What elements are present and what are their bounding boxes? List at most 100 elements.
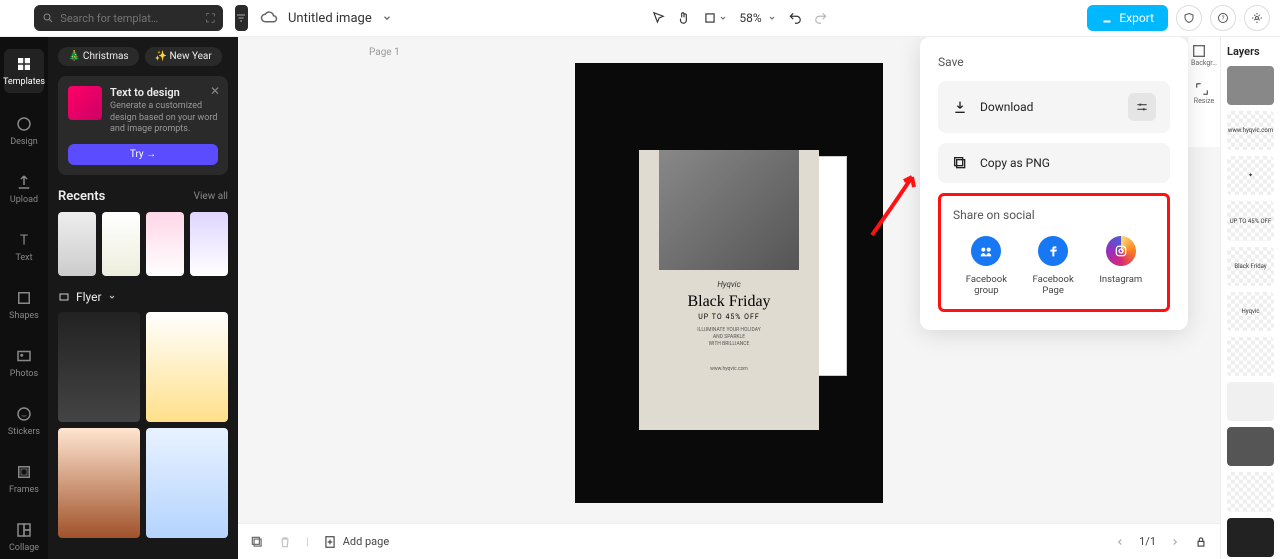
nav-label: Shapes: [9, 311, 39, 321]
nav-photos[interactable]: Photos: [0, 343, 48, 383]
hand-icon[interactable]: [677, 11, 691, 25]
layers-title: Layers: [1227, 45, 1274, 58]
nav-shapes[interactable]: Shapes: [0, 285, 48, 325]
shield-button[interactable]: [1176, 5, 1202, 31]
gear-icon: [1251, 12, 1263, 24]
search-wrap: ⛶: [34, 5, 222, 31]
recent-thumb[interactable]: [146, 212, 184, 276]
undo-icon[interactable]: [788, 11, 802, 25]
recent-thumb[interactable]: [190, 212, 228, 276]
promo-cta[interactable]: Try →: [68, 144, 218, 165]
doc-title[interactable]: Untitled image: [288, 11, 372, 26]
share-name: Facebook group: [966, 274, 1007, 297]
chip-newyear[interactable]: ✨ New Year: [145, 47, 222, 66]
promo-sub: Generate a customized design based on yo…: [110, 101, 218, 136]
prev-page-icon[interactable]: [1115, 537, 1125, 547]
settings-button[interactable]: [1244, 5, 1270, 31]
nav-templates[interactable]: Templates: [4, 49, 44, 93]
flyer-section-header[interactable]: Flyer: [58, 290, 228, 304]
download-icon: [952, 99, 968, 115]
flyer-url: www.hyqvic.com: [639, 366, 819, 372]
add-page-button[interactable]: Add page: [323, 535, 389, 549]
filter-button[interactable]: [235, 5, 248, 31]
cursor-icon[interactable]: [651, 11, 665, 25]
template-thumb[interactable]: [58, 312, 140, 422]
svg-text:T: T: [20, 233, 28, 249]
nav-label: Text: [15, 253, 32, 263]
add-page-label: Add page: [343, 535, 389, 548]
templates-panel: 🎄 Christmas ✨ New Year Most ✕ Text to de…: [48, 37, 238, 559]
crop-tool[interactable]: [703, 11, 727, 25]
save-section-label: Save: [938, 55, 1170, 69]
promo-title: Text to design: [110, 86, 218, 99]
toolbar-center: 58%: [404, 11, 1076, 25]
layer-item[interactable]: UP TO 45% OFF: [1227, 201, 1274, 240]
flyer-brand: Hyqvic: [639, 280, 819, 289]
layer-item[interactable]: [1227, 337, 1274, 376]
share-fb-page[interactable]: Facebook Page: [1033, 236, 1074, 297]
flyer-tagline: ILLUMINATE YOUR HOLIDAYAND SPARKLEWITH B…: [639, 327, 819, 348]
resize-tool[interactable]: Resize: [1194, 81, 1214, 105]
layer-item[interactable]: ✦: [1227, 156, 1274, 195]
title-area: Untitled image: [260, 9, 392, 27]
lock-icon[interactable]: [1194, 535, 1208, 549]
canvas-page[interactable]: Hyqvic Black Friday UP TO 45% OFF ILLUMI…: [575, 63, 883, 503]
share-instagram[interactable]: Instagram: [1099, 236, 1142, 297]
template-thumb[interactable]: [58, 428, 140, 538]
crop-icon: [703, 11, 717, 25]
layer-item[interactable]: [1227, 382, 1274, 421]
background-tool[interactable]: Backgr…: [1191, 43, 1217, 67]
download-row[interactable]: Download: [938, 81, 1170, 133]
close-icon[interactable]: ✕: [210, 84, 220, 98]
recent-thumb[interactable]: [102, 212, 140, 276]
nav-collage[interactable]: Collage: [0, 517, 48, 557]
chevron-down-icon: [768, 14, 776, 22]
redo-icon[interactable]: [814, 11, 828, 25]
nav-frames[interactable]: Frames: [0, 459, 48, 499]
layer-item[interactable]: [1227, 518, 1274, 557]
layer-item[interactable]: [1227, 472, 1274, 511]
help-button[interactable]: ?: [1210, 5, 1236, 31]
copy-icon: [952, 155, 968, 171]
nav-label: Photos: [10, 369, 38, 379]
template-thumb[interactable]: [146, 312, 228, 422]
download-label: Download: [980, 100, 1033, 114]
layer-item[interactable]: Black Friday: [1227, 247, 1274, 286]
resize-icon: [1194, 81, 1210, 97]
nav-label: Templates: [3, 77, 45, 87]
search-input[interactable]: [60, 12, 200, 25]
duplicate-icon[interactable]: [250, 535, 264, 549]
template-thumb[interactable]: [146, 428, 228, 538]
nav-design[interactable]: Design: [0, 111, 48, 151]
export-button[interactable]: Export: [1087, 5, 1168, 31]
promo-card: ✕ Text to design Generate a customized d…: [58, 76, 228, 175]
recent-thumb[interactable]: [58, 212, 96, 276]
share-section-highlight: Share on social Facebook group Facebook …: [938, 193, 1170, 312]
layer-item[interactable]: [1227, 427, 1274, 466]
promo-thumb: [68, 86, 102, 120]
download-settings-button[interactable]: [1128, 93, 1156, 121]
chevron-down-icon[interactable]: [382, 13, 392, 23]
plus-page-icon: [323, 535, 337, 549]
right-mini-rail: Backgr… Resize: [1188, 37, 1220, 147]
next-page-icon[interactable]: [1170, 537, 1180, 547]
nav-upload[interactable]: Upload: [0, 169, 48, 209]
cloud-icon: [260, 9, 278, 27]
view-all-link[interactable]: View all: [194, 191, 228, 202]
share-label: Share on social: [953, 208, 1155, 222]
flyer-label: Flyer: [76, 290, 102, 304]
share-fb-group[interactable]: Facebook group: [966, 236, 1007, 297]
nav-stickers[interactable]: Stickers: [0, 401, 48, 441]
topbar: ⛶ Untitled image 58% Export ?: [0, 0, 1280, 37]
chip-christmas[interactable]: 🎄 Christmas: [58, 47, 139, 66]
nav-text[interactable]: T Text: [0, 227, 48, 267]
export-label: Export: [1119, 11, 1154, 25]
trash-icon[interactable]: [278, 535, 292, 549]
layer-item[interactable]: www.hyqvic.com: [1227, 111, 1274, 150]
search-icon: [42, 12, 54, 24]
layer-item[interactable]: [1227, 66, 1274, 105]
scan-icon[interactable]: ⛶: [206, 11, 214, 26]
zoom-control[interactable]: 58%: [739, 11, 775, 25]
layer-item[interactable]: Hyqvic: [1227, 292, 1274, 331]
copy-png-row[interactable]: Copy as PNG: [938, 143, 1170, 183]
